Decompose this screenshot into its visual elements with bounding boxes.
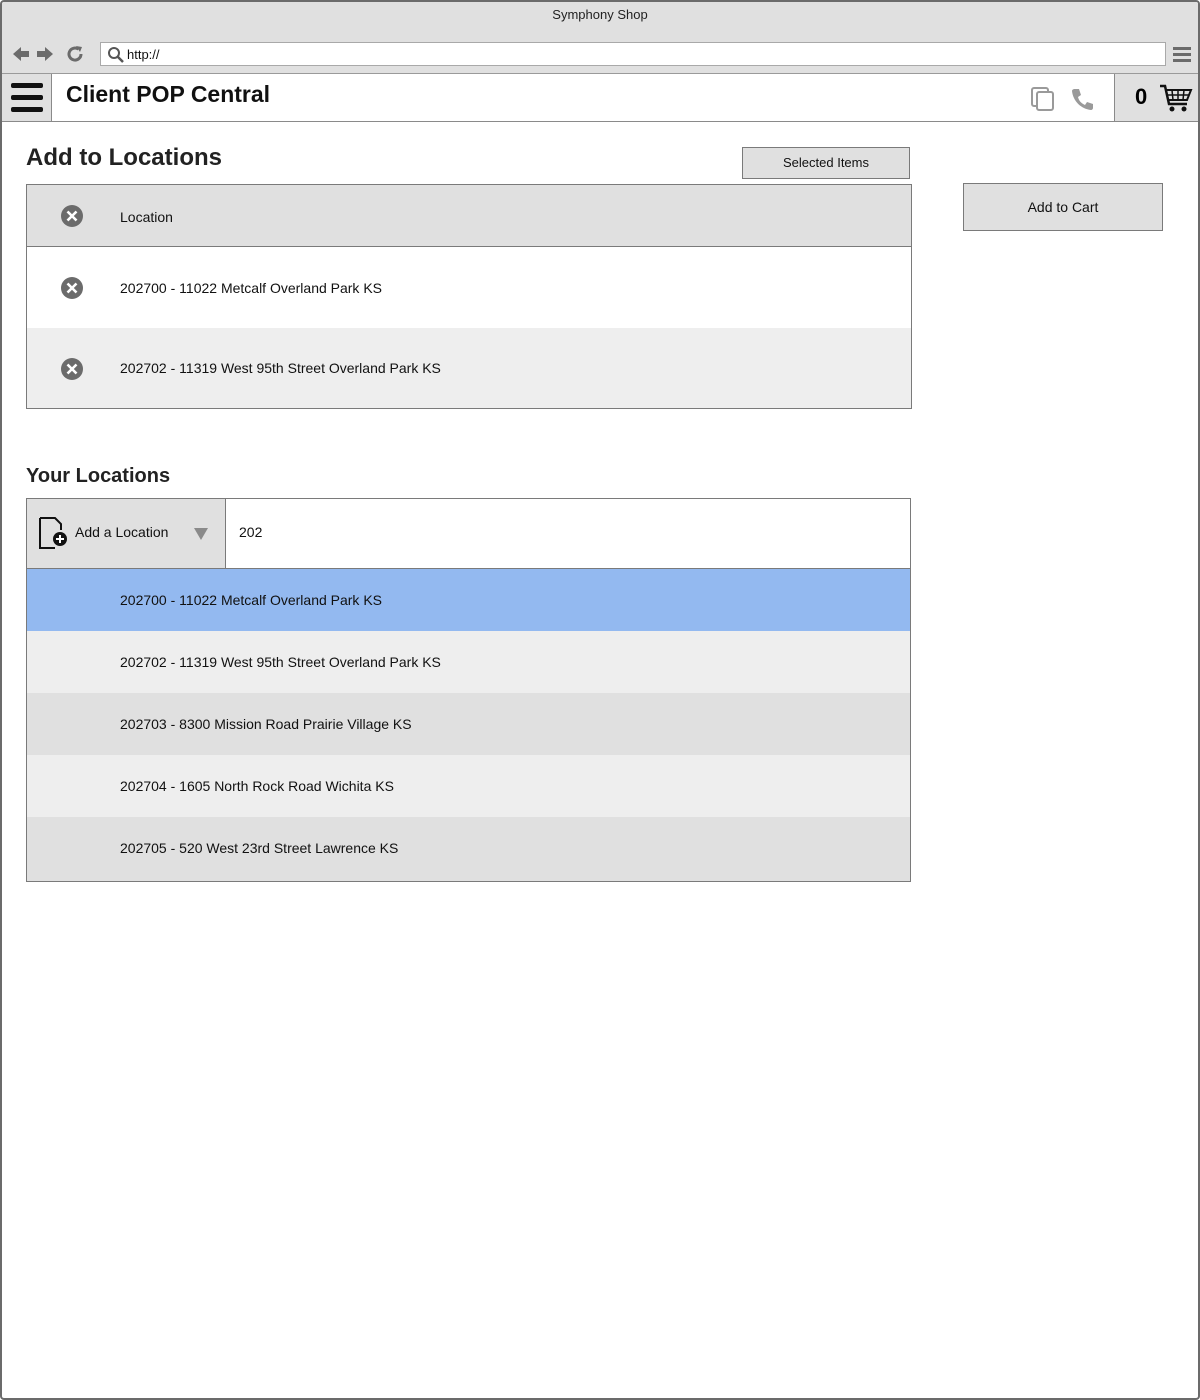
copy-icon[interactable] [1030,86,1056,112]
dropdown-option[interactable]: 202705 - 520 West 23rd Street Lawrence K… [27,817,910,881]
table-cell-location: 202700 - 11022 Metcalf Overland Park KS [120,280,383,296]
table-row: 202702 - 11319 West 95th Street Overland… [27,328,911,408]
browser-navbar: http:// [2,34,1198,74]
dropdown-option[interactable]: 202704 - 1605 North Rock Road Wichita KS [27,755,910,817]
cart-count: 0 [1135,84,1148,109]
your-locations-title: Your Locations [26,465,171,487]
add-location-label: Add a Location [75,524,169,540]
back-arrow-icon[interactable] [10,43,32,65]
address-bar[interactable]: http:// [100,42,1166,66]
option-label: 202702 - 11319 West 95th Street Overland… [120,654,441,670]
table-cell-location: 202702 - 11319 West 95th Street Overland… [120,360,441,376]
search-icon [108,47,124,63]
remove-all-icon[interactable] [60,204,84,228]
add-to-locations-title: Add to Locations [26,144,222,171]
hamburger-menu-button[interactable] [2,74,52,121]
add-to-cart-button[interactable]: Add to Cart [963,183,1163,231]
add-location-dropdown[interactable]: Add a Location [27,499,226,568]
browser-menu-icon[interactable] [1172,44,1192,64]
remove-row-icon[interactable] [60,276,84,300]
table-header-row: Location [27,185,911,247]
option-label: 202703 - 8300 Mission Road Prairie Villa… [120,716,412,732]
selected-locations-table: Location 202700 - 11022 Metcalf Overland… [26,184,912,409]
chevron-down-icon [194,528,208,540]
dropdown-option[interactable]: 202703 - 8300 Mission Road Prairie Villa… [27,693,910,755]
search-input-value: 202 [239,524,263,540]
browser-window: Symphony Shop http:// Client POP Central… [0,0,1200,1400]
locations-picker: Add a Location 202 202700 - 11022 Metcal… [26,498,911,882]
phone-icon[interactable] [1070,86,1096,112]
app-title: Client POP Central [66,81,271,107]
window-title: Symphony Shop [552,7,648,22]
add-location-icon [39,517,67,549]
table-row: 202700 - 11022 Metcalf Overland Park KS [27,247,911,328]
option-label: 202704 - 1605 North Rock Road Wichita KS [120,778,394,794]
location-search-input[interactable]: 202 [226,499,910,568]
cart-icon [1160,84,1193,112]
dropdown-option[interactable]: 202702 - 11319 West 95th Street Overland… [27,631,910,693]
window-titlebar: Symphony Shop [2,2,1198,34]
option-label: 202705 - 520 West 23rd Street Lawrence K… [120,840,399,856]
forward-arrow-icon[interactable] [34,43,56,65]
location-column-header: Location [120,209,173,225]
selected-items-button[interactable]: Selected Items [742,147,910,179]
remove-row-icon[interactable] [60,357,84,381]
cart-button[interactable]: 0 [1114,74,1198,121]
url-text: http:// [127,47,160,62]
reload-icon[interactable] [64,43,86,65]
dropdown-option-highlighted[interactable]: 202700 - 11022 Metcalf Overland Park KS [27,569,910,631]
app-header: Client POP Central 0 [2,74,1198,122]
option-label: 202700 - 11022 Metcalf Overland Park KS [120,592,383,608]
hamburger-icon [11,83,43,112]
